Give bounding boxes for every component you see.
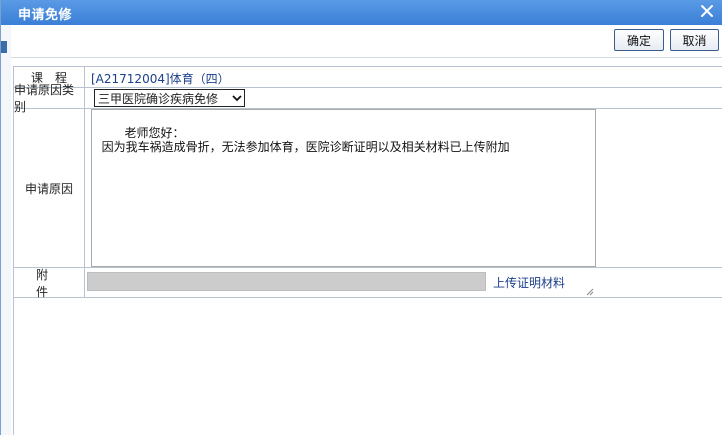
cancel-button[interactable]: 取消 [670, 29, 719, 51]
course-value: [A21712004]体育（四） [91, 72, 230, 86]
background-window-edge [1, 25, 11, 435]
reason-type-select[interactable]: 三甲医院确诊疾病免修 [94, 89, 245, 107]
attachment-row: 附件 上传证明材料 [14, 268, 722, 299]
upload-proof-link[interactable]: 上传证明材料 [493, 274, 565, 291]
content-divider [13, 298, 14, 435]
reason-textarea[interactable]: 老师您好： 因为我车祸造成骨折，无法参加体育，医院诊断证明以及相关材料已上传附加 [91, 109, 596, 296]
reason-type-selected: 三甲医院确诊疾病免修 [98, 91, 219, 106]
confirm-button[interactable]: 确定 [614, 29, 664, 51]
reason-type-label: 申请原因类别 [14, 83, 85, 114]
chevron-down-icon [230, 91, 244, 105]
course-row: 课程 [A21712004]体育（四） [14, 67, 722, 88]
dialog-titlebar[interactable]: 申请免修 [1, 0, 722, 25]
exemption-form: 课程 [A21712004]体育（四） 申请原因类别 三甲医院确诊疾病免修 申请… [13, 66, 722, 299]
attachment-file-field[interactable] [87, 272, 486, 291]
background-fragment [1, 41, 7, 53]
reason-type-row: 申请原因类别 三甲医院确诊疾病免修 [14, 83, 722, 114]
reason-label: 申请原因 [14, 109, 85, 267]
resize-grip-icon[interactable] [586, 257, 594, 296]
attachment-label: 附件 [14, 268, 85, 299]
reason-text: 老师您好： 因为我车祸造成骨折，无法参加体育，医院诊断证明以及相关材料已上传附加 [101, 126, 510, 154]
apply-exemption-dialog: 申请免修 确定 取消 课程 [A21712004]体育（四） 申请原因类别 三甲… [0, 0, 722, 435]
reason-row: 申请原因 老师您好： 因为我车祸造成骨折，无法参加体育，医院诊断证明以及相关材料… [14, 109, 722, 296]
dialog-toolbar: 确定 取消 [11, 25, 722, 58]
dialog-title: 申请免修 [18, 8, 73, 23]
close-icon[interactable] [699, 3, 715, 19]
